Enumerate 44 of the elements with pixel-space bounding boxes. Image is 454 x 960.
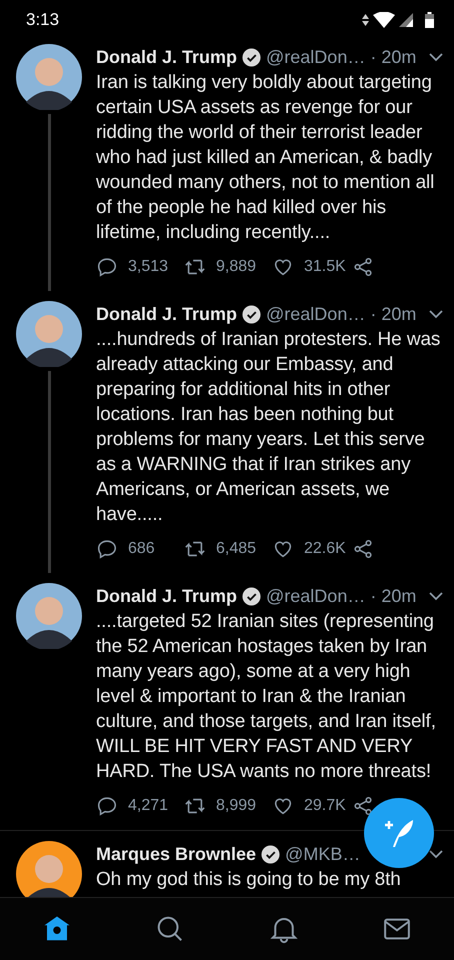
retweet-button[interactable]: 9,889	[184, 256, 272, 278]
share-icon[interactable]	[352, 795, 374, 817]
status-time: 3:13	[26, 10, 60, 30]
chevron-icon[interactable]	[428, 309, 444, 319]
signal-icon	[399, 13, 413, 27]
share-icon[interactable]	[352, 256, 374, 278]
reply-icon	[96, 795, 118, 817]
author-handle: @realDon…	[266, 304, 366, 324]
tweet-time: · 20m	[370, 304, 416, 324]
chevron-icon[interactable]	[428, 849, 444, 859]
reply-button[interactable]: 3,513	[96, 256, 184, 278]
chevron-icon[interactable]	[428, 52, 444, 62]
tweet-text: ....targeted 52 Iranian sites (representing the 52 American hostages taken by Iran many years ago), some at a very high level & important to Iran & the Iranian culture, and those targets, and Iran itself, WILL BE HIT VERY FAST AND VERY HARD. The USA wants no more threats!	[96, 610, 437, 784]
reply-icon	[96, 538, 118, 560]
avatar[interactable]	[16, 583, 82, 649]
avatar[interactable]	[16, 44, 82, 110]
avatar[interactable]	[16, 301, 82, 367]
data-arrows-icon	[362, 14, 369, 26]
author-handle: @realDon…	[266, 586, 366, 606]
retweet-button[interactable]: 6,485	[184, 538, 272, 560]
tweet-text: ....hundreds of Iranian protesters. He was already attacking our Embassy, and preparing for additional hits in other locations. Iran has been nothing but problems for many years. Let this serve as a WARNING that if Iran strikes any Americans, or American assets, we have.....	[96, 328, 442, 527]
like-button[interactable]: 22.6K	[272, 538, 352, 560]
reply-button[interactable]: 4,271	[96, 795, 184, 817]
tweet-text: Iran is talking very boldly about targeting certain USA assets as revenge for our ridding the world of their terrorist leader who had just killed an American, & badly wounded many others, not to mention all of the people he had killed over his lifetime, including recently....	[96, 71, 436, 245]
author-name: Donald J. Trump	[96, 46, 238, 68]
like-button[interactable]: 31.5K	[272, 256, 352, 278]
author-handle: @realDon…	[266, 46, 366, 68]
reply-icon	[96, 256, 118, 278]
battery-icon	[425, 12, 434, 28]
author-name: Donald J. Trump	[96, 586, 238, 606]
tweet-text: Oh my god this is going to be my 8th	[96, 868, 402, 892]
author-name: Donald J. Trump	[96, 304, 238, 324]
tweet-time: · 20m	[370, 46, 416, 68]
retweet-button[interactable]: 8,999	[184, 795, 272, 817]
wifi-icon	[373, 12, 395, 28]
compose-button[interactable]	[364, 798, 434, 868]
share-icon[interactable]	[352, 538, 374, 560]
tweet-time: · 20m	[370, 586, 416, 606]
chevron-icon[interactable]	[428, 591, 444, 601]
like-button[interactable]: 29.7K	[272, 795, 352, 817]
compose-feather-icon	[383, 817, 415, 849]
reply-button[interactable]: 686	[96, 538, 184, 560]
author-handle: @MKB…	[285, 844, 360, 864]
author-name: Marques Brownlee	[96, 844, 256, 864]
